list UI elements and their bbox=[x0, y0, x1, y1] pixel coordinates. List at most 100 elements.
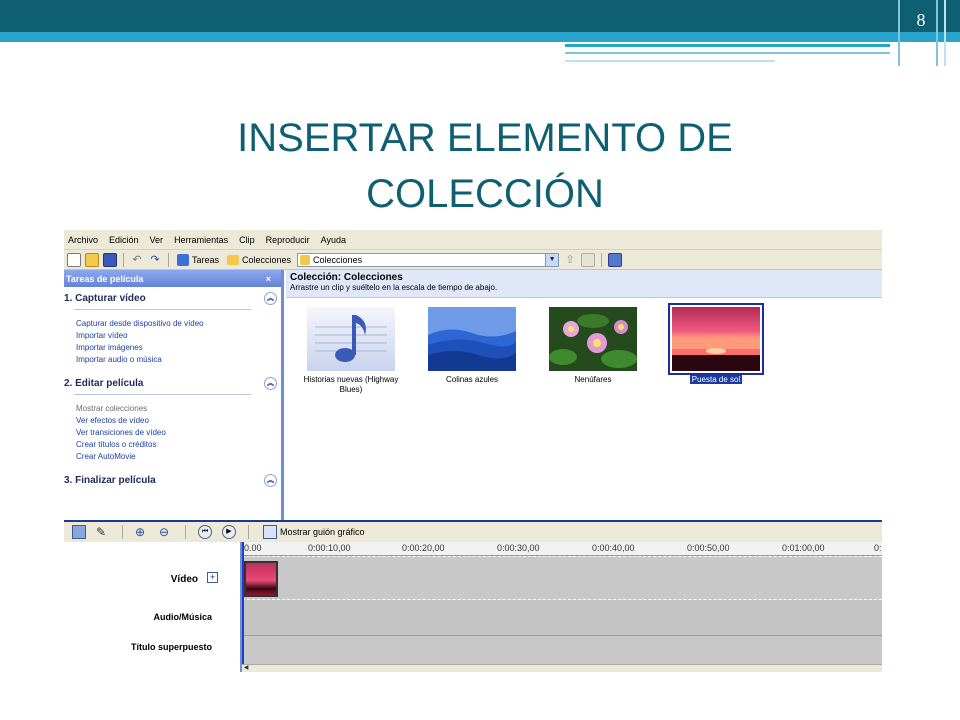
menu-reproducir[interactable]: Reproducir bbox=[266, 235, 310, 245]
edit-links: Mostrar colecciones Ver efectos de vídeo… bbox=[64, 395, 281, 469]
new-file-icon[interactable] bbox=[67, 252, 81, 267]
timeline-toolbar: ✎ ⊕ ⊖ ⏮ ▶ Mostrar guión gráfico bbox=[64, 520, 882, 542]
blue-hills-image bbox=[428, 307, 516, 371]
tasks-button[interactable]: Tareas bbox=[175, 253, 221, 266]
link-import-video[interactable]: Importar vídeo bbox=[76, 330, 281, 342]
play-icon[interactable]: ▶ bbox=[222, 525, 236, 539]
sunset-clip[interactable] bbox=[244, 561, 278, 597]
link-import-images[interactable]: Importar imágenes bbox=[76, 342, 281, 354]
save-icon[interactable] bbox=[103, 252, 117, 267]
timeline: ✎ ⊕ ⊖ ⏮ ▶ Mostrar guión gráfico Vídeo + … bbox=[64, 520, 882, 672]
scroll-left-icon[interactable]: ◀ bbox=[242, 665, 250, 672]
caption-line: Blues) bbox=[339, 385, 363, 394]
collection-item-selected[interactable]: Puesta de sol bbox=[657, 303, 775, 385]
tick-label: 0:00:20,00 bbox=[402, 543, 445, 553]
collection-item[interactable]: Colinas azules bbox=[413, 307, 531, 385]
rewind-icon[interactable]: ⏮ bbox=[198, 525, 212, 539]
link-video-transitions[interactable]: Ver transiciones de vídeo bbox=[76, 427, 281, 439]
toolbar: ↶ ↷ Tareas Colecciones Colecciones ▼ ⇧ bbox=[64, 250, 882, 270]
tick-label: 0:00:40,00 bbox=[592, 543, 635, 553]
audio-track[interactable] bbox=[242, 600, 882, 636]
section-title: 2. Editar película bbox=[64, 377, 144, 389]
collapse-icon[interactable]: ︽ bbox=[264, 473, 277, 487]
collection-header: Colección: Colecciones Arrastre un clip … bbox=[286, 270, 882, 298]
timeline-tracks[interactable]: 0.00 0:00:10,00 0:00:20,00 0:00:30,00 0:… bbox=[242, 542, 882, 672]
expand-video-track-icon[interactable]: + bbox=[207, 572, 218, 583]
menu-herramientas[interactable]: Herramientas bbox=[174, 235, 228, 245]
collection-icon bbox=[300, 254, 311, 265]
chevron-down-icon[interactable]: ▼ bbox=[545, 253, 559, 266]
undo-icon[interactable]: ↶ bbox=[130, 253, 144, 267]
caption-line: Historias nuevas (Highway bbox=[303, 375, 399, 384]
collapse-icon[interactable]: ︽ bbox=[264, 291, 277, 305]
toolbar-separator bbox=[248, 525, 249, 539]
close-icon[interactable]: × bbox=[266, 274, 271, 284]
menu-bar: Archivo Edición Ver Herramientas Clip Re… bbox=[64, 230, 882, 250]
toolbar-separator bbox=[168, 252, 169, 267]
menu-ver[interactable]: Ver bbox=[150, 235, 164, 245]
tasks-pane-header: Tareas de película × bbox=[64, 270, 281, 287]
collection-item[interactable]: Nenúfares bbox=[534, 307, 652, 385]
view-options-icon[interactable] bbox=[608, 252, 623, 267]
collection-item[interactable]: Historias nuevas (Highway Blues) bbox=[292, 307, 410, 395]
item-caption: Nenúfares bbox=[534, 375, 652, 385]
section-finish-movie[interactable]: 3. Finalizar película ︽ bbox=[64, 469, 281, 491]
new-folder-icon[interactable] bbox=[581, 252, 596, 267]
item-caption: Historias nuevas (Highway Blues) bbox=[292, 375, 410, 395]
up-folder-icon[interactable]: ⇧ bbox=[563, 253, 577, 267]
toolbar-separator bbox=[123, 252, 124, 267]
title-overlay-track[interactable] bbox=[242, 636, 882, 664]
movie-maker-screenshot: Archivo Edición Ver Herramientas Clip Re… bbox=[64, 230, 882, 672]
section-title: 1. Capturar vídeo bbox=[64, 292, 146, 304]
collections-label: Colecciones bbox=[242, 254, 292, 265]
zoom-out-icon[interactable]: ⊖ bbox=[159, 525, 173, 539]
tasks-icon bbox=[177, 253, 189, 266]
item-caption: Puesta de sol bbox=[657, 375, 775, 385]
slide-header-band bbox=[0, 0, 960, 32]
capture-links: Capturar desde dispositivo de vídeo Impo… bbox=[64, 310, 281, 372]
collections-button[interactable]: Colecciones bbox=[225, 254, 293, 265]
collection-pane: Colección: Colecciones Arrastre un clip … bbox=[286, 270, 882, 520]
slide-title-line: COLECCIÓN bbox=[366, 172, 604, 216]
menu-archivo[interactable]: Archivo bbox=[68, 235, 98, 245]
link-video-effects[interactable]: Ver efectos de vídeo bbox=[76, 415, 281, 427]
collection-subtitle: Arrastre un clip y suéltelo en la escala… bbox=[290, 283, 498, 292]
video-track[interactable] bbox=[242, 556, 882, 600]
collapse-icon[interactable]: ︽ bbox=[264, 376, 277, 390]
section-capture-video[interactable]: 1. Capturar vídeo ︽ bbox=[64, 287, 281, 309]
caption-line: Puesta de sol bbox=[689, 375, 743, 384]
water-lilies-image bbox=[549, 307, 637, 371]
menu-clip[interactable]: Clip bbox=[239, 235, 255, 245]
track-label-video: Vídeo bbox=[170, 574, 198, 585]
open-folder-icon[interactable] bbox=[85, 252, 99, 267]
menu-edicion[interactable]: Edición bbox=[109, 235, 139, 245]
music-note-icon bbox=[307, 307, 395, 371]
tick-label: 0:00:30,00 bbox=[497, 543, 540, 553]
tick-label: 0:00:10,00 bbox=[308, 543, 351, 553]
storyboard-icon bbox=[263, 525, 277, 539]
section-title: 3. Finalizar película bbox=[64, 474, 156, 486]
horizontal-scrollbar[interactable]: ◀ bbox=[242, 664, 882, 672]
link-titles-credits[interactable]: Crear títulos o créditos bbox=[76, 439, 281, 451]
slide-accent-line bbox=[565, 44, 890, 47]
zoom-in-icon[interactable]: ⊕ bbox=[135, 525, 149, 539]
caption-line: Nenúfares bbox=[574, 375, 612, 384]
toolbar-separator bbox=[185, 525, 186, 539]
narrate-icon[interactable]: ✎ bbox=[96, 525, 110, 539]
section-edit-movie[interactable]: 2. Editar película ︽ bbox=[64, 372, 281, 394]
slide-title-line: INSERTAR ELEMENTO DE bbox=[237, 116, 733, 160]
menu-ayuda[interactable]: Ayuda bbox=[321, 235, 346, 245]
link-automovie[interactable]: Crear AutoMovie bbox=[76, 451, 281, 463]
show-storyboard-button[interactable]: Mostrar guión gráfico bbox=[261, 525, 367, 539]
link-capture-device[interactable]: Capturar desde dispositivo de vídeo bbox=[76, 318, 281, 330]
set-audio-levels-icon[interactable] bbox=[72, 525, 86, 539]
time-ruler[interactable]: 0.00 0:00:10,00 0:00:20,00 0:00:30,00 0:… bbox=[242, 542, 882, 556]
playhead[interactable] bbox=[242, 542, 244, 672]
redo-icon[interactable]: ↷ bbox=[148, 253, 162, 267]
link-import-audio[interactable]: Importar audio o música bbox=[76, 354, 281, 366]
tick-label: 0.00 bbox=[244, 543, 262, 553]
combo-value: Colecciones bbox=[313, 254, 363, 265]
slide-accent-line bbox=[898, 0, 900, 66]
collections-combo[interactable]: Colecciones ▼ bbox=[297, 252, 560, 267]
tick-label: 0:00:50,00 bbox=[687, 543, 730, 553]
